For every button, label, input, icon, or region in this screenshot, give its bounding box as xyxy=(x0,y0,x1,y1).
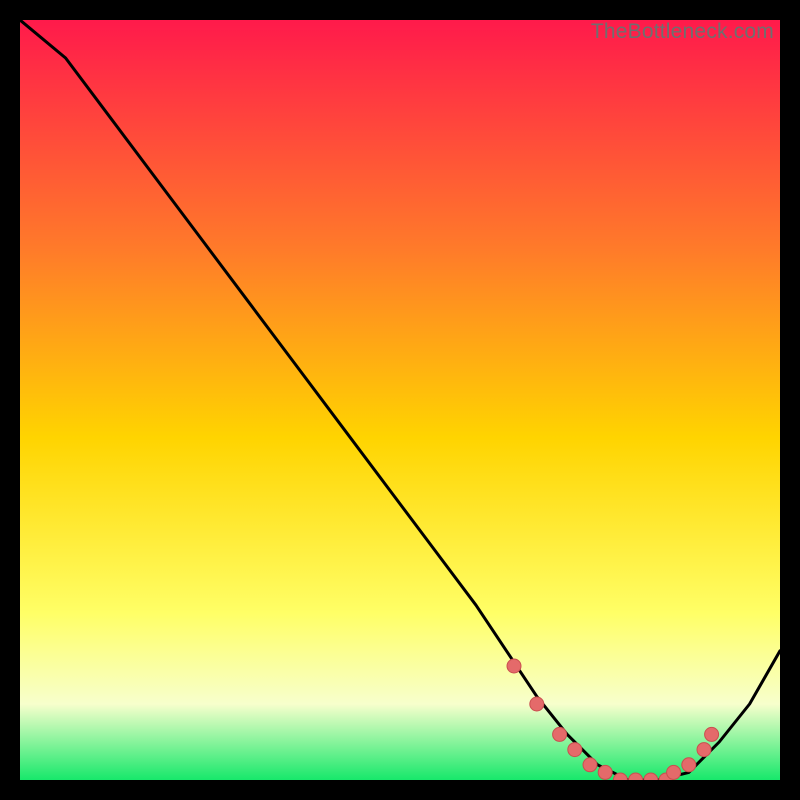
chart-stage: TheBottleneck.com xyxy=(0,0,800,800)
marker-dot xyxy=(568,743,582,757)
gradient-background xyxy=(20,20,780,780)
watermark-text: TheBottleneck.com xyxy=(591,20,774,44)
marker-dot xyxy=(598,765,612,779)
marker-dot xyxy=(553,727,567,741)
marker-dot xyxy=(705,727,719,741)
marker-dot xyxy=(667,765,681,779)
marker-dot xyxy=(507,659,521,673)
marker-dot xyxy=(697,743,711,757)
chart-svg xyxy=(20,20,780,780)
marker-dot xyxy=(530,697,544,711)
marker-dot xyxy=(583,758,597,772)
marker-dot xyxy=(682,758,696,772)
plot-outer: TheBottleneck.com xyxy=(20,20,780,780)
